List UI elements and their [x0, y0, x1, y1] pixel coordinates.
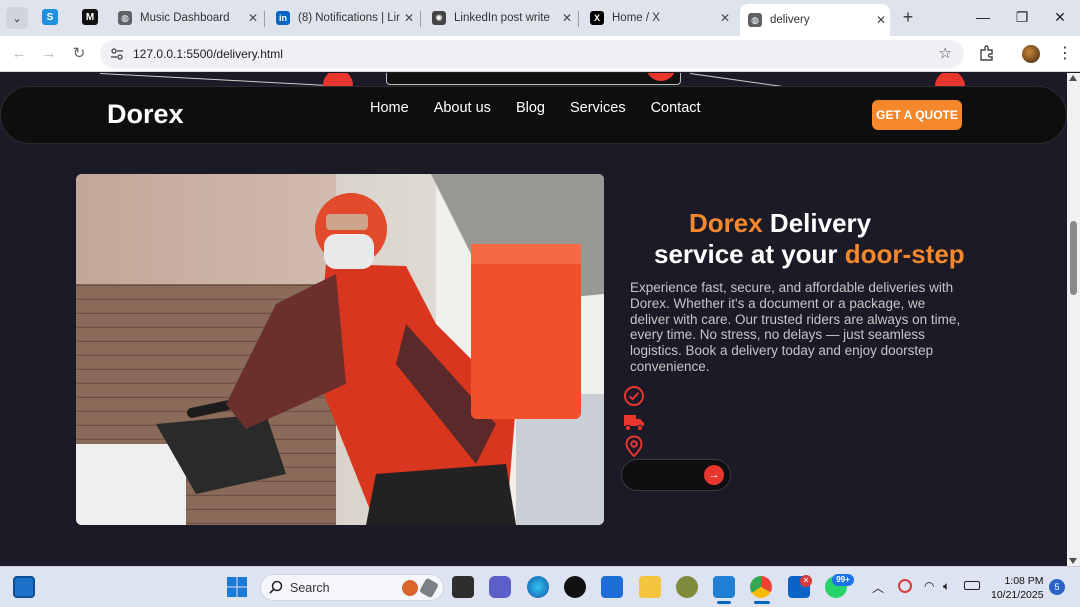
tab-linkedin-notifications[interactable]: in (8) Notifications | Link ✕ [268, 5, 418, 31]
hero-cta-button[interactable]: → [621, 459, 731, 491]
active-app-indicator [754, 601, 770, 604]
scroll-down-arrow-icon[interactable] [1069, 558, 1077, 564]
browser-tab-strip: ⌄ S M ◍ Music Dashboard ✕ in (8) Notific… [0, 0, 1080, 36]
tab-divider [578, 11, 579, 27]
back-icon[interactable]: ← [8, 43, 30, 65]
hero-title-accent: door-step [844, 239, 965, 269]
basketball-icon [402, 580, 418, 596]
tab-music-dashboard[interactable]: ◍ Music Dashboard ✕ [110, 5, 262, 31]
scrollbar-thumb[interactable] [1070, 221, 1077, 295]
tab-delivery[interactable]: ◍ delivery ✕ [740, 4, 890, 36]
medium-tab-icon[interactable]: M [82, 9, 98, 25]
hero-description: Experience fast, secure, and affordable … [630, 280, 961, 374]
chrome-icon[interactable] [750, 576, 772, 598]
nav-links: Home About us Blog Services Contact [370, 100, 726, 116]
browser-toolbar: ← → ↻ 127.0.0.1:5500/delivery.html ☆ ⋮ [0, 36, 1080, 72]
globe-icon: ◍ [118, 11, 132, 25]
close-icon[interactable]: ✕ [244, 11, 262, 25]
close-icon[interactable]: ✕ [558, 11, 576, 25]
notification-center-badge[interactable]: 5 [1049, 579, 1065, 595]
nav-home[interactable]: Home [370, 100, 409, 116]
brand-logo[interactable]: Dorex [107, 99, 184, 130]
game-app-icon[interactable] [676, 576, 698, 598]
site-navbar: Dorex Home About us Blog Services Contac… [0, 86, 1067, 144]
task-view-icon[interactable] [452, 576, 474, 598]
taskbar-clock[interactable]: 1:08 PM 10/21/2025 [991, 574, 1044, 602]
minimize-icon[interactable]: — [968, 6, 998, 28]
close-icon[interactable]: ✕ [716, 11, 734, 25]
whatsapp-badge: 99+ [832, 574, 854, 586]
extensions-icon[interactable] [978, 44, 996, 62]
close-icon[interactable]: ✕ [400, 11, 418, 25]
search-placeholder: Search [290, 581, 330, 595]
page-viewport: Dorex Home About us Blog Services Contac… [0, 73, 1067, 566]
outlook-alert-badge: ✕ [800, 575, 812, 587]
microsoft-store-icon[interactable] [601, 576, 623, 598]
forward-icon[interactable]: → [38, 43, 60, 65]
tab-title: (8) Notifications | Link [298, 12, 400, 24]
site-info-icon[interactable] [110, 47, 124, 61]
tab-divider [264, 11, 265, 27]
restore-icon[interactable]: ❐ [1007, 6, 1037, 28]
bookmark-star-icon[interactable]: ☆ [939, 44, 952, 62]
teams-icon[interactable] [489, 576, 511, 598]
nav-contact[interactable]: Contact [651, 100, 701, 116]
reload-icon[interactable]: ↻ [68, 43, 90, 65]
tab-title: Home / X [612, 12, 660, 24]
security-alert-icon[interactable] [898, 579, 912, 593]
window-close-icon[interactable]: ✕ [1045, 6, 1075, 28]
file-explorer-icon[interactable] [639, 576, 661, 598]
clock-time: 1:08 PM [1004, 575, 1044, 587]
tab-title: Music Dashboard [140, 12, 230, 24]
vscode-icon[interactable] [713, 576, 735, 598]
scroll-up-arrow-icon[interactable] [1069, 75, 1077, 81]
show-hidden-icons-icon[interactable]: ︿ [872, 579, 884, 596]
tab-search-button[interactable]: ⌄ [6, 7, 28, 29]
nav-blog[interactable]: Blog [516, 100, 545, 116]
decorative-box [386, 73, 681, 85]
address-bar[interactable]: 127.0.0.1:5500/delivery.html ☆ [100, 40, 964, 68]
nav-services[interactable]: Services [570, 100, 626, 116]
linkedin-icon: in [276, 11, 290, 25]
x-icon: X [590, 11, 604, 25]
more-menu-icon[interactable]: ⋮ [1057, 43, 1073, 63]
new-tab-button[interactable]: + [898, 7, 918, 27]
tab-title: LinkedIn post write [454, 12, 550, 24]
tab-title: delivery [770, 14, 810, 26]
battery-icon[interactable] [964, 581, 980, 590]
tab-divider [420, 11, 421, 27]
arrow-right-icon[interactable]: → [704, 465, 724, 485]
hero-title-text: service at your [654, 239, 845, 269]
get-a-quote-button[interactable]: GET A QUOTE [872, 100, 962, 130]
nav-about[interactable]: About us [434, 100, 491, 116]
openai-icon: ✺ [432, 11, 446, 25]
hero-title-text: Delivery [762, 208, 872, 238]
windows-taskbar: Search ✕ 99+ ︿ ◠ 🔈︎ 1:08 PM 10/21/2025 5 [0, 566, 1080, 607]
edge-icon[interactable] [527, 576, 549, 598]
tab-linkedin-post-write[interactable]: ✺ LinkedIn post write ✕ [424, 5, 576, 31]
skype-tab-icon[interactable]: S [42, 9, 58, 25]
wifi-icon[interactable]: ◠ [924, 579, 934, 593]
running-indicator [717, 601, 731, 604]
tiktok-icon[interactable] [564, 576, 586, 598]
search-highlight-icon [418, 577, 440, 599]
search-icon [269, 580, 283, 594]
clock-date: 10/21/2025 [991, 589, 1044, 601]
hero-title-accent: Dorex [689, 208, 763, 238]
taskbar-search-box[interactable]: Search [260, 574, 444, 601]
check-circle-icon [624, 386, 644, 406]
truck-icon [624, 415, 644, 432]
widgets-icon[interactable] [13, 576, 35, 598]
windows-start-icon[interactable] [226, 576, 248, 598]
page-scrollbar[interactable] [1067, 73, 1080, 566]
close-icon[interactable]: ✕ [872, 13, 890, 27]
url-text[interactable]: 127.0.0.1:5500/delivery.html [133, 47, 283, 61]
hero-image-delivery-rider [76, 174, 604, 525]
profile-avatar[interactable] [1022, 45, 1040, 63]
volume-icon[interactable]: 🔈︎ [943, 579, 950, 594]
hero-title: Dorex Delivery service at your door-step [654, 208, 1014, 270]
location-pin-icon [625, 435, 643, 457]
tab-home-x[interactable]: X Home / X ✕ [582, 5, 734, 31]
globe-icon: ◍ [748, 13, 762, 27]
